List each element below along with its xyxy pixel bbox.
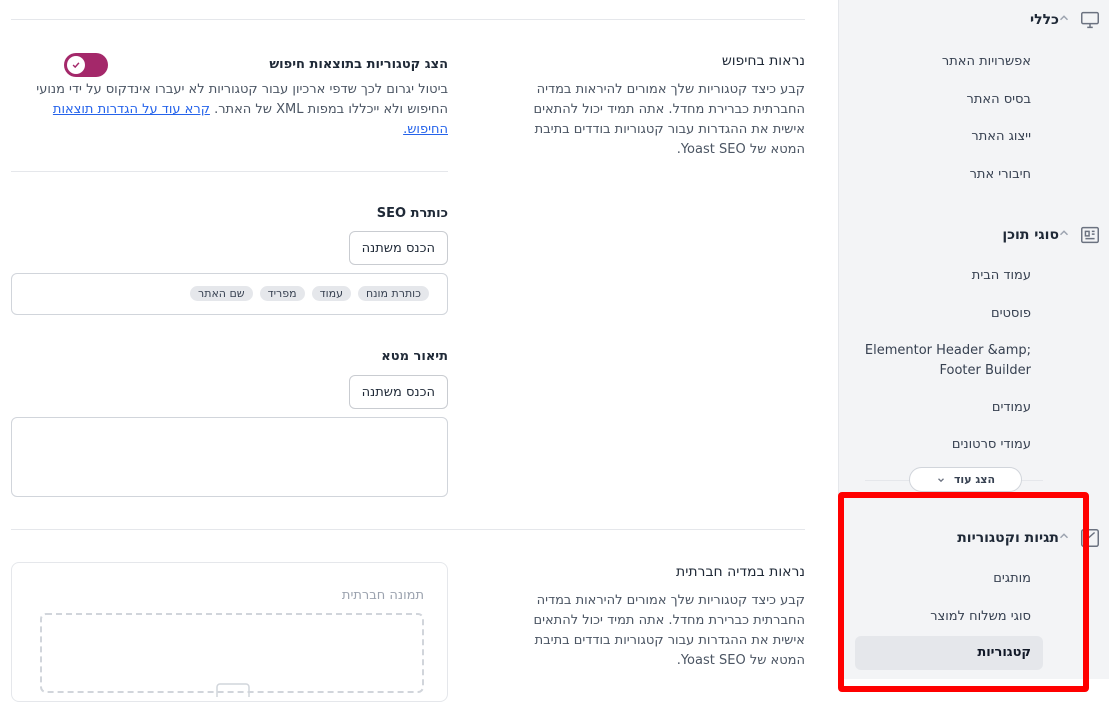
divider <box>11 171 448 172</box>
nav-item-site-options[interactable]: אפשרויות האתר <box>942 54 1031 69</box>
show-more-label: הצג עוד <box>953 473 996 486</box>
section-general-title: כללי <box>1030 12 1059 28</box>
monitor-icon <box>1081 11 1099 29</box>
chevron-up-icon[interactable] <box>1057 11 1071 25</box>
settings-main: נראות בחיפוש קבע כיצד קטגוריות שלך אמורי… <box>0 0 838 702</box>
section-general-header[interactable]: כללי <box>839 5 1099 35</box>
toggle-knob <box>67 56 85 74</box>
nav-item-homepage[interactable]: עמוד הבית <box>972 268 1031 283</box>
nav-item-site-connections[interactable]: חיבורי אתר <box>970 167 1031 182</box>
search-appearance-description: קבע כיצד קטגוריות שלך אמורים להיראות במד… <box>533 82 805 157</box>
social-image-label: תמונה חברתית <box>341 588 424 603</box>
seo-title-label: כותרת SEO <box>376 206 448 221</box>
nav-item-posts[interactable]: פוסטים <box>991 306 1031 321</box>
meta-description-insert-variable-button[interactable]: הכנס משתנה <box>348 375 448 409</box>
show-in-search-help: ביטול יגרום לכך שדפי ארכיון עבור קטגוריו… <box>11 80 448 140</box>
section-content-types-header[interactable]: סוגי תוכן <box>839 220 1099 250</box>
document-icon <box>1081 226 1099 244</box>
show-more-button[interactable]: הצג עוד <box>909 467 1022 492</box>
seo-title-chips: כותרת מונח עמוד מפריד שם האתר <box>190 286 429 301</box>
show-in-search-toggle[interactable] <box>64 53 108 77</box>
social-appearance-title: נראות במדיה חברתית <box>676 564 805 580</box>
chip-term-title[interactable]: כותרת מונח <box>357 286 429 301</box>
nav-item-site-representation[interactable]: ייצוג האתר <box>971 129 1031 144</box>
meta-description-input[interactable] <box>11 417 448 497</box>
show-in-search-label: הצג קטגוריות בתוצאות חיפוש <box>269 57 448 72</box>
social-appearance-description: קבע כיצד קטגוריות שלך אמורים להיראות במד… <box>533 593 805 668</box>
check-icon <box>72 62 80 69</box>
nav-item-video-pages[interactable]: עמודי סרטונים <box>952 437 1031 452</box>
social-image-upload-area[interactable] <box>40 613 424 697</box>
chip-separator[interactable]: מפריד <box>259 286 305 301</box>
top-divider <box>11 19 805 20</box>
nav-item-pages[interactable]: עמודים <box>992 400 1031 415</box>
highlight-annotation-box <box>838 492 1089 692</box>
section-divider <box>11 529 805 530</box>
meta-description-label: תיאור מטא <box>381 349 448 364</box>
seo-title-input[interactable]: כותרת מונח עמוד מפריד שם האתר <box>11 273 448 315</box>
image-placeholder-icon <box>216 683 250 697</box>
seo-title-insert-variable-button[interactable]: הכנס משתנה <box>348 231 448 265</box>
nav-item-site-basics[interactable]: בסיס האתר <box>967 92 1032 107</box>
section-content-types-title: סוגי תוכן <box>1002 227 1059 243</box>
chevron-down-icon <box>938 477 944 482</box>
chevron-up-icon[interactable] <box>1057 226 1071 240</box>
chip-site-name[interactable]: שם האתר <box>190 286 253 301</box>
chip-page[interactable]: עמוד <box>311 286 351 301</box>
nav-item-elementor-header-footer[interactable]: Elementor Header &amp; Footer Builder <box>861 341 1031 381</box>
settings-sidebar: כללי אפשרויות האתר בסיס האתר ייצוג האתר … <box>838 0 1109 692</box>
search-appearance-title: נראות בחיפוש <box>721 53 805 69</box>
